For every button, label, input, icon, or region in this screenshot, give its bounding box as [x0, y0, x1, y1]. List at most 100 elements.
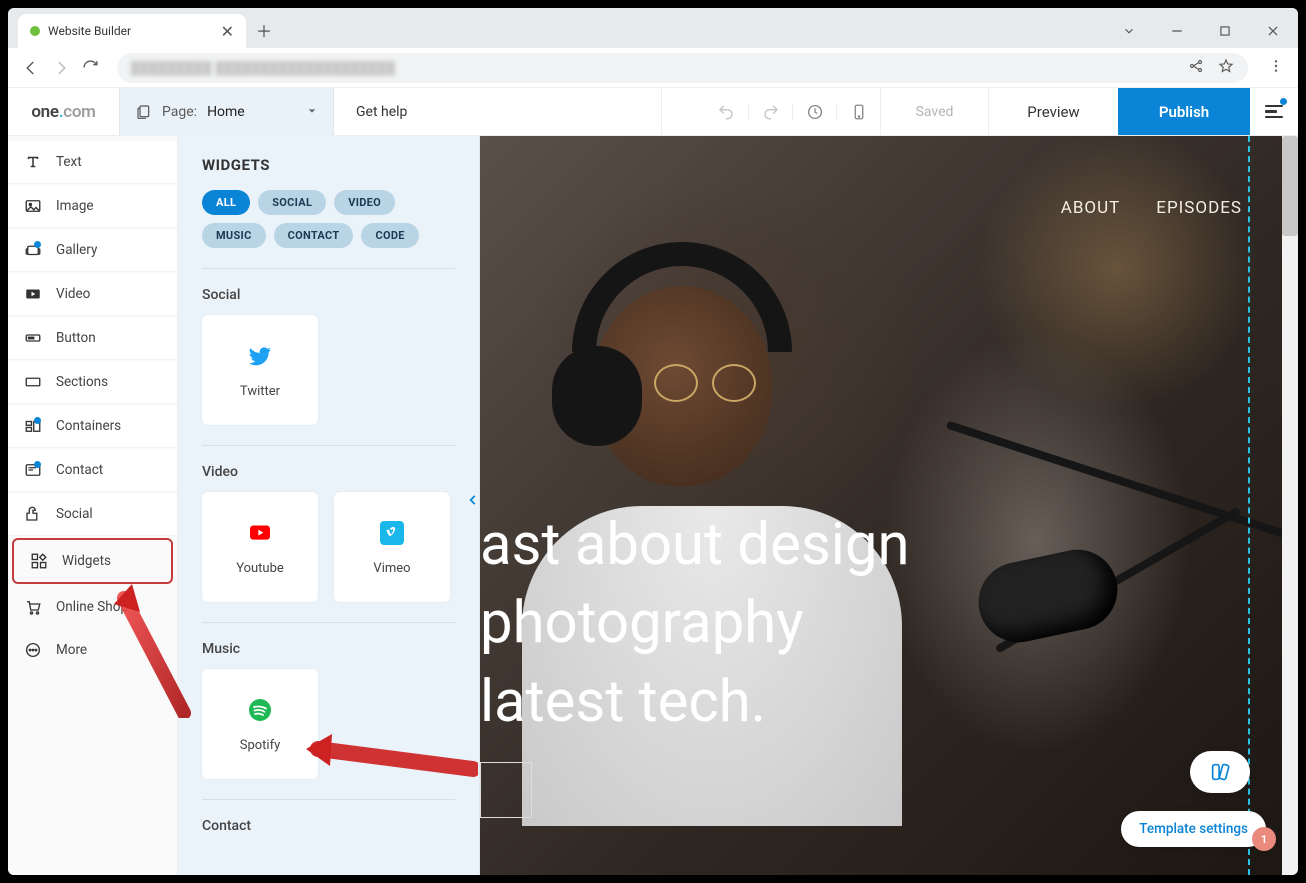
tool-button[interactable]: Button	[8, 317, 177, 360]
filter-all[interactable]: ALL	[202, 190, 250, 215]
logo-part-com: com	[63, 102, 95, 122]
tool-label: Button	[56, 330, 96, 346]
panel-title: WIDGETS	[202, 156, 455, 174]
section-social-title: Social	[202, 287, 455, 303]
share-icon[interactable]	[1188, 58, 1204, 78]
tool-label: Contact	[56, 462, 103, 478]
tool-image[interactable]: Image	[8, 185, 177, 228]
browser-tab[interactable]: Website Builder ✕	[18, 14, 246, 48]
divider	[202, 799, 455, 800]
filter-music[interactable]: MUSIC	[202, 223, 266, 248]
widget-card-label: Vimeo	[373, 561, 410, 576]
color-palette-button[interactable]	[1190, 751, 1250, 793]
url-text: █████████ ████████████████████	[131, 61, 396, 75]
page-label: Page:	[162, 104, 197, 120]
filter-contact[interactable]: CONTACT	[274, 223, 354, 248]
text-icon	[24, 153, 42, 171]
app-logo[interactable]: one.com	[8, 88, 120, 135]
divider	[202, 622, 455, 623]
browser-menu-icon[interactable]	[1268, 58, 1284, 78]
chevron-down-icon[interactable]	[1122, 24, 1136, 42]
window-controls	[1122, 24, 1280, 42]
filter-video[interactable]: VIDEO	[334, 190, 395, 215]
spotify-icon	[246, 696, 274, 724]
back-button[interactable]	[22, 59, 40, 77]
page-selector[interactable]: Page: Home	[120, 88, 334, 135]
tool-label: Online Shop	[56, 599, 128, 615]
maximize-icon[interactable]	[1218, 24, 1232, 42]
undo-button[interactable]	[704, 103, 748, 121]
filter-code[interactable]: CODE	[361, 223, 418, 248]
preview-button[interactable]: Preview	[988, 88, 1118, 135]
tool-sections[interactable]: Sections	[8, 361, 177, 404]
divider	[202, 445, 455, 446]
template-settings-label: Template settings	[1139, 821, 1248, 837]
tool-label: More	[56, 642, 87, 658]
filter-social[interactable]: SOCIAL	[258, 190, 326, 215]
section-contact-title: Contact	[202, 818, 455, 834]
hero-cta-button[interactable]	[480, 762, 532, 818]
section-video-title: Video	[202, 464, 455, 480]
close-tab-icon[interactable]: ✕	[221, 22, 234, 41]
history-button[interactable]	[792, 103, 836, 121]
tool-video[interactable]: Video	[8, 273, 177, 316]
account-menu-button[interactable]	[1250, 88, 1298, 135]
scrollbar-thumb[interactable]	[1282, 136, 1298, 236]
template-settings-button[interactable]: Template settings	[1121, 811, 1266, 847]
vimeo-icon	[378, 519, 406, 547]
editor-canvas[interactable]: ABOUT EPISODES ast about design photogra…	[480, 136, 1298, 875]
redo-button[interactable]	[748, 103, 792, 121]
badge-dot	[34, 241, 41, 248]
tool-text[interactable]: Text	[8, 141, 177, 184]
tool-label: Video	[56, 286, 90, 302]
logo-part-one: one	[31, 102, 58, 122]
tool-label: Image	[56, 198, 94, 214]
tool-containers[interactable]: Containers	[8, 405, 177, 448]
widget-card-label: Youtube	[236, 561, 284, 576]
widget-card-youtube[interactable]: Youtube	[202, 492, 318, 602]
badge-dot	[34, 461, 41, 468]
scrollbar-track[interactable]	[1282, 136, 1298, 875]
video-icon	[24, 285, 42, 303]
mobile-preview-button[interactable]	[836, 103, 880, 121]
site-nav: ABOUT EPISODES	[1061, 198, 1242, 218]
hero-line: photography	[480, 584, 909, 662]
tool-label: Text	[56, 154, 82, 170]
new-tab-button[interactable]: ＋	[246, 12, 282, 48]
tool-online-shop[interactable]: Online Shop	[8, 586, 177, 628]
address-bar[interactable]: █████████ ████████████████████	[117, 53, 1248, 83]
reload-button[interactable]	[82, 59, 99, 76]
widget-card-twitter[interactable]: Twitter	[202, 315, 318, 425]
notification-count-badge: 1	[1252, 827, 1276, 851]
menu-icon	[1265, 105, 1283, 119]
tool-label: Containers	[56, 418, 121, 434]
notification-dot	[1280, 98, 1287, 105]
nav-about[interactable]: ABOUT	[1061, 198, 1121, 218]
widget-card-vimeo[interactable]: Vimeo	[334, 492, 450, 602]
divider	[202, 268, 455, 269]
tool-label: Sections	[56, 374, 108, 390]
collapse-panel-button[interactable]	[466, 492, 480, 511]
tool-widgets[interactable]: Widgets	[12, 538, 173, 584]
youtube-icon	[246, 519, 274, 547]
browser-toolbar: █████████ ████████████████████	[8, 48, 1298, 88]
widget-card-spotify[interactable]: Spotify	[202, 669, 318, 779]
widget-card-label: Spotify	[240, 738, 281, 753]
tool-contact[interactable]: Contact	[8, 449, 177, 492]
get-help-button[interactable]: Get help	[334, 88, 662, 135]
app-toolbar: one.com Page: Home Get help	[8, 88, 1298, 136]
minimize-icon[interactable]	[1170, 24, 1184, 42]
publish-button[interactable]: Publish	[1118, 88, 1250, 135]
caret-down-icon	[307, 104, 317, 120]
close-window-icon[interactable]	[1266, 24, 1280, 42]
image-icon	[24, 197, 42, 215]
forward-button[interactable]	[52, 59, 70, 77]
tool-more[interactable]: More	[8, 629, 177, 671]
bookmark-star-icon[interactable]	[1218, 58, 1234, 78]
tool-gallery[interactable]: Gallery	[8, 229, 177, 272]
hero-heading[interactable]: ast about design photography latest tech…	[480, 506, 909, 741]
nav-episodes[interactable]: EPISODES	[1156, 198, 1242, 218]
tool-label: Gallery	[56, 242, 97, 258]
tool-social[interactable]: Social	[8, 493, 177, 536]
widgets-icon	[30, 552, 48, 570]
